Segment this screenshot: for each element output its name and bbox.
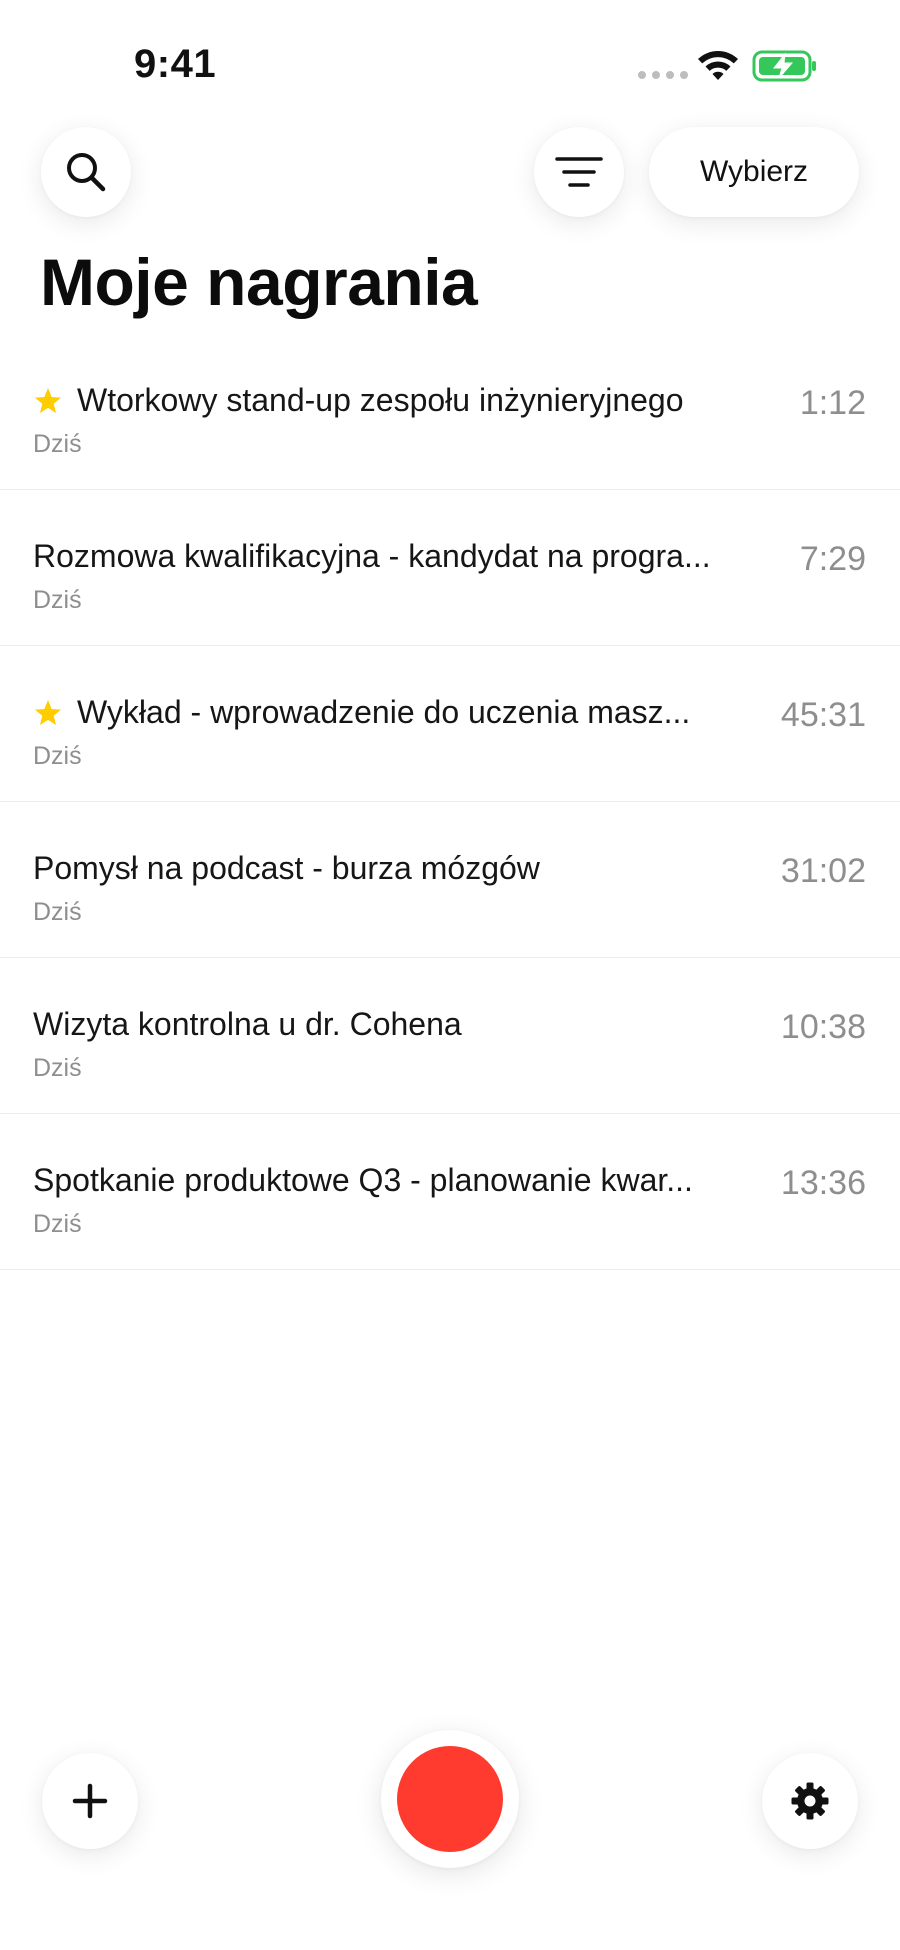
recording-title-line: Rozmowa kwalifikacyjna - kandydat na pro…: [33, 538, 763, 575]
recording-title-line: Pomysł na podcast - burza mózgów: [33, 850, 763, 887]
recording-date: Dziś: [33, 1210, 82, 1238]
recording-row[interactable]: Wykład - wprowadzenie do uczenia masz...…: [0, 646, 900, 802]
star-icon: [35, 387, 61, 413]
filter-icon: [555, 157, 603, 187]
recording-title: Rozmowa kwalifikacyjna - kandydat na pro…: [33, 538, 711, 574]
recording-row[interactable]: Wizyta kontrolna u dr. Cohena Dziś 10:38: [0, 958, 900, 1114]
recording-title-line: Wtorkowy stand-up zespołu inżynieryjnego: [33, 382, 763, 419]
recording-title: Spotkanie produktowe Q3 - planowanie kwa…: [33, 1162, 693, 1198]
search-button[interactable]: [41, 127, 131, 217]
recordings-list: Wtorkowy stand-up zespołu inżynieryjnego…: [0, 334, 900, 1270]
recording-title: Wtorkowy stand-up zespołu inżynieryjnego: [77, 382, 684, 418]
filter-button[interactable]: [534, 127, 624, 217]
search-icon: [67, 153, 106, 192]
recording-title: Pomysł na podcast - burza mózgów: [33, 850, 540, 886]
page-title: Moje nagrania: [40, 245, 478, 319]
recording-title-line: Wykład - wprowadzenie do uczenia masz...: [33, 694, 763, 731]
recording-title: Wizyta kontrolna u dr. Cohena: [33, 1006, 462, 1042]
star-icon: [35, 699, 61, 725]
recording-title-line: Wizyta kontrolna u dr. Cohena: [33, 1006, 763, 1043]
recording-title: Wykład - wprowadzenie do uczenia masz...: [77, 694, 691, 730]
recording-row[interactable]: Rozmowa kwalifikacyjna - kandydat na pro…: [0, 490, 900, 646]
record-icon: [397, 1746, 503, 1852]
recording-duration: 45:31: [780, 696, 866, 734]
recording-duration: 13:36: [780, 1164, 866, 1202]
cellular-signal-icon: [638, 71, 688, 79]
record-button[interactable]: [381, 1730, 519, 1868]
recording-row[interactable]: Pomysł na podcast - burza mózgów Dziś 31…: [0, 802, 900, 958]
settings-button[interactable]: [762, 1753, 858, 1849]
select-button[interactable]: Wybierz: [649, 127, 859, 217]
recording-duration: 31:02: [780, 852, 866, 890]
recording-date: Dziś: [33, 898, 82, 926]
status-bar: 9:41: [0, 0, 900, 120]
plus-icon: [72, 1783, 108, 1819]
recording-row[interactable]: Wtorkowy stand-up zespołu inżynieryjnego…: [0, 334, 900, 490]
recording-date: Dziś: [33, 586, 82, 614]
recording-duration: 7:29: [799, 540, 866, 578]
recording-date: Dziś: [33, 1054, 82, 1082]
recording-date: Dziś: [33, 742, 82, 770]
recording-duration: 1:12: [799, 384, 866, 422]
recording-title-line: Spotkanie produktowe Q3 - planowanie kwa…: [33, 1162, 763, 1199]
gear-icon: [791, 1782, 829, 1820]
status-time: 9:41: [134, 42, 217, 86]
wifi-icon: [698, 51, 738, 80]
add-button[interactable]: [42, 1753, 138, 1849]
recording-date: Dziś: [33, 430, 82, 458]
recording-duration: 10:38: [780, 1008, 866, 1046]
battery-charging-icon: [752, 50, 816, 82]
recording-row[interactable]: Spotkanie produktowe Q3 - planowanie kwa…: [0, 1114, 900, 1270]
